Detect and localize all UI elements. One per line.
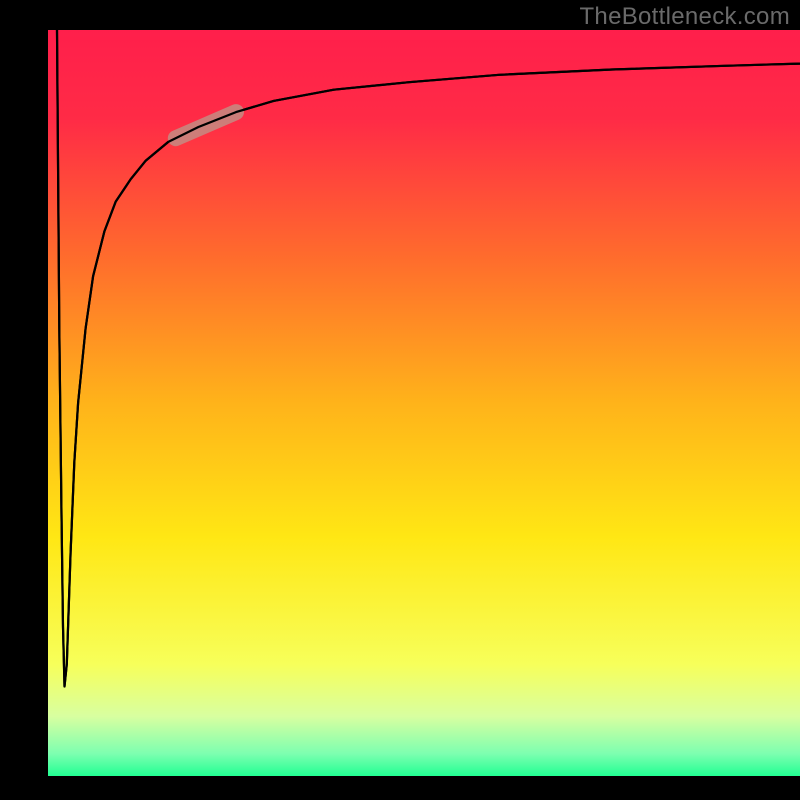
bottleneck-chart: [0, 0, 800, 800]
chart-stage: TheBottleneck.com: [0, 0, 800, 800]
watermark-text: TheBottleneck.com: [579, 3, 790, 31]
chart-background: [48, 30, 800, 776]
